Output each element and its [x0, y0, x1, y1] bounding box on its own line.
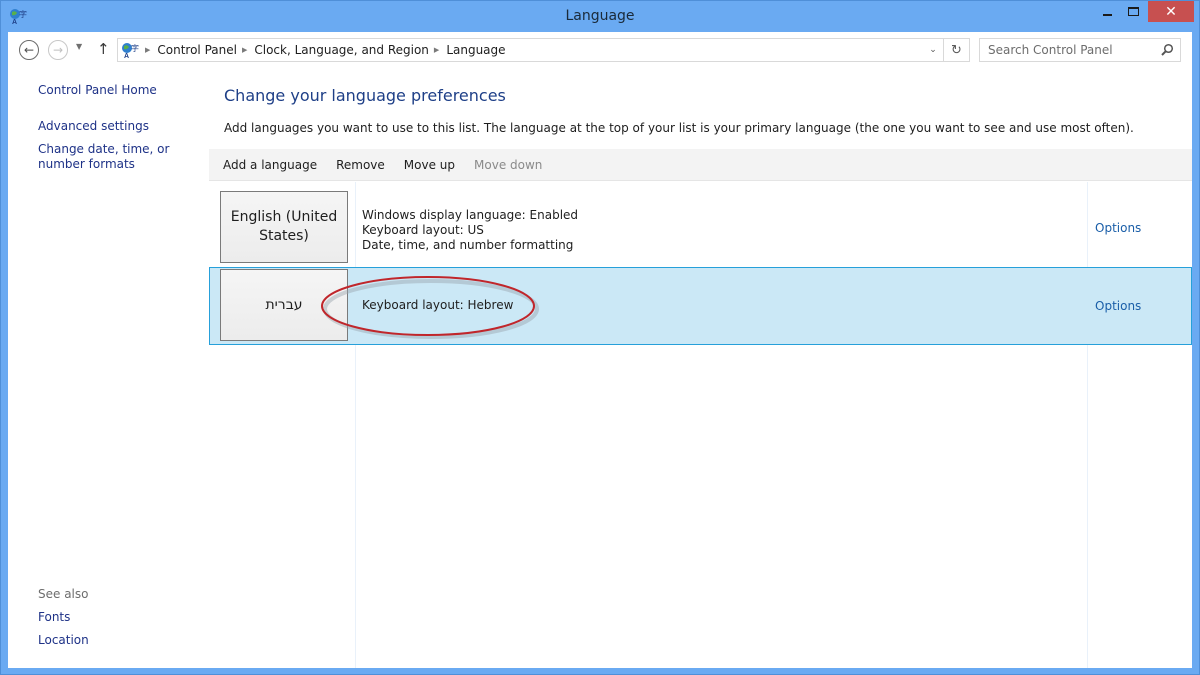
add-language-button[interactable]: Add a language	[223, 158, 317, 172]
fonts-link[interactable]: Fonts	[38, 610, 70, 625]
left-navigation-pane: Control Panel Home Advanced settings Cha…	[8, 68, 209, 668]
keyboard-layout: Keyboard layout: Hebrew	[362, 298, 514, 312]
minimize-button[interactable]	[1094, 1, 1120, 22]
breadcrumb-separator-icon[interactable]: ▶	[434, 46, 439, 54]
language-tile-english[interactable]: English (United States)	[220, 191, 348, 263]
formatting-info: Date, time, and number formatting	[362, 238, 574, 252]
title-bar[interactable]: A 字 Language ✕	[1, 1, 1199, 32]
options-link-english[interactable]: Options	[1095, 221, 1141, 235]
address-bar[interactable]: A 字 ▶ Control Panel ▶ Clock, Language, a…	[117, 38, 970, 62]
forward-button[interactable]: →	[48, 40, 68, 60]
up-button[interactable]: ↑	[97, 40, 110, 58]
back-button[interactable]: ←	[19, 40, 39, 60]
language-tile-hebrew[interactable]: עברית	[220, 269, 348, 341]
display-language-status: Windows display language: Enabled	[362, 208, 579, 222]
breadcrumb-separator-icon[interactable]: ▶	[242, 46, 247, 54]
language-list: English (United States) Windows display …	[209, 182, 1192, 668]
keyboard-layout: Keyboard layout: US	[362, 223, 484, 237]
chevron-down-icon: ▼	[76, 42, 83, 51]
minimize-icon	[1102, 13, 1112, 16]
search-box[interactable]	[979, 38, 1181, 62]
refresh-icon: ↻	[951, 42, 962, 58]
breadcrumb-language[interactable]: Language	[446, 43, 505, 57]
breadcrumb-control-panel[interactable]: Control Panel	[157, 43, 237, 57]
navigation-bar: ← → ▼ ↑ A 字 ▶ Control Panel ▶ Clock, Lan…	[8, 32, 1192, 68]
advanced-settings-link[interactable]: Advanced settings	[38, 119, 149, 134]
up-arrow-icon: ↑	[97, 40, 110, 58]
forward-arrow-icon: →	[52, 43, 64, 57]
language-row-hebrew[interactable]: עברית Keyboard layout: Hebrew Options	[209, 267, 1192, 345]
control-panel-language-icon: A 字	[122, 43, 139, 59]
chevron-down-icon: ⌄	[929, 45, 937, 55]
window-client-area: ← → ▼ ↑ A 字 ▶ Control Panel ▶ Clock, Lan…	[8, 32, 1192, 668]
language-details: Keyboard layout: Hebrew	[362, 298, 513, 313]
language-details: Windows display language: Enabled Keyboa…	[362, 208, 578, 253]
close-icon: ✕	[1165, 3, 1177, 20]
svg-text:A: A	[124, 53, 129, 59]
window-title: Language	[565, 8, 635, 24]
language-toolbar: Add a language Remove Move up Move down	[209, 149, 1192, 181]
move-down-button: Move down	[474, 157, 543, 172]
close-button[interactable]: ✕	[1148, 1, 1194, 22]
search-icon[interactable]	[1160, 43, 1174, 57]
maximize-button[interactable]	[1120, 1, 1146, 22]
page-title: Change your language preferences	[224, 86, 506, 105]
see-also-label: See also	[38, 587, 89, 601]
language-window: A 字 Language ✕ ← → ▼ ↑ A 字 ▶ Control Pan…	[0, 0, 1200, 675]
options-link-hebrew[interactable]: Options	[1095, 299, 1141, 313]
search-input[interactable]	[980, 39, 1156, 61]
recent-locations-button[interactable]: ▼	[76, 42, 82, 51]
address-history-button[interactable]: ⌄	[923, 39, 943, 61]
language-row-english[interactable]: English (United States) Windows display …	[209, 189, 1192, 267]
breadcrumb-separator-icon: ▶	[145, 46, 151, 54]
control-panel-home-link[interactable]: Control Panel Home	[38, 83, 157, 98]
remove-button[interactable]: Remove	[336, 158, 385, 172]
breadcrumb-clock-language-region[interactable]: Clock, Language, and Region	[254, 43, 429, 57]
back-arrow-icon: ←	[23, 43, 35, 57]
location-link[interactable]: Location	[38, 633, 89, 648]
page-description: Add languages you want to use to this li…	[224, 121, 1134, 135]
refresh-button[interactable]: ↻	[943, 39, 969, 61]
svg-text:字: 字	[131, 43, 139, 53]
maximize-icon	[1127, 7, 1139, 16]
move-up-button[interactable]: Move up	[404, 158, 455, 172]
change-formats-link[interactable]: Change date, time, or number formats	[38, 142, 208, 172]
